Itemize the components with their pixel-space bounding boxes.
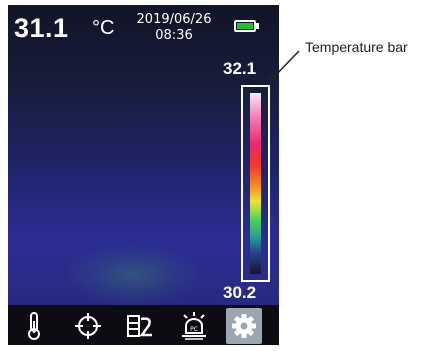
callout-label: Temperature bar bbox=[305, 39, 408, 55]
